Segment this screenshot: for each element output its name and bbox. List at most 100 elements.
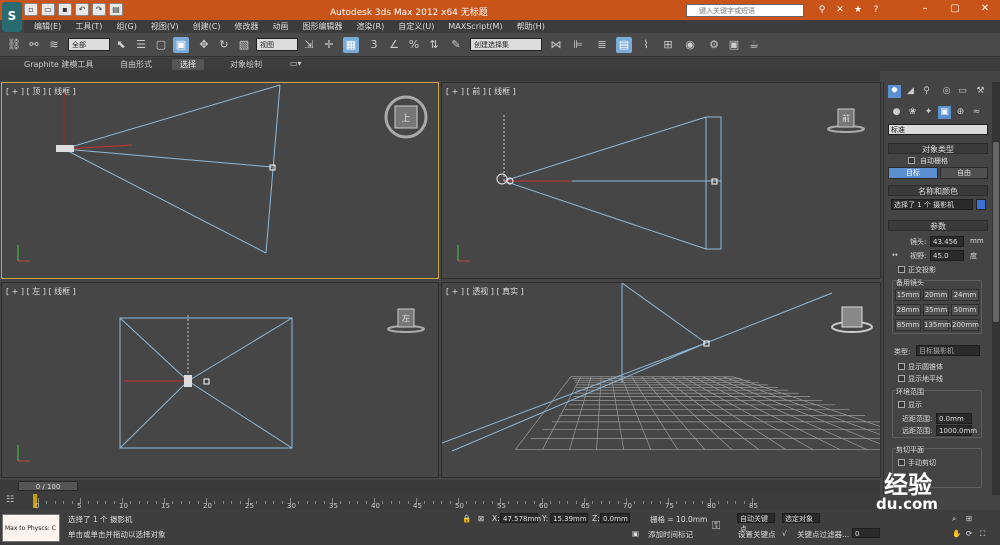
geometry-icon[interactable]: ● xyxy=(890,106,903,119)
rollout-name-color[interactable]: 名称和颜色 xyxy=(888,185,988,196)
lock-selection-icon[interactable]: 🔒 xyxy=(462,514,471,523)
curve-editor-icon[interactable]: ⌇ xyxy=(638,37,654,53)
object-color-swatch[interactable] xyxy=(976,199,986,210)
menu-create[interactable]: 创建(C) xyxy=(193,21,221,32)
viewport-perspective[interactable]: [ + ] [ 透视 ] [ 真实 ] xyxy=(441,282,881,478)
rotate-icon[interactable]: ↻ xyxy=(216,37,232,53)
near-range-spinner[interactable]: 0.0mm xyxy=(936,413,972,424)
search-input[interactable]: 键入关键字或短语 xyxy=(686,4,804,17)
free-camera-button[interactable]: 自由 xyxy=(940,167,988,179)
lens-28mm-button[interactable]: 28mm xyxy=(895,304,921,316)
viewport-front[interactable]: [ + ] [ 前 ] [ 线框 ] 前 xyxy=(441,82,881,279)
lens-35mm-button[interactable]: 35mm xyxy=(923,304,949,316)
target-camera-button[interactable]: 目标 xyxy=(888,167,938,179)
autogrid-checkbox[interactable] xyxy=(908,157,915,164)
window-crossing-icon[interactable]: ▣ xyxy=(173,37,189,53)
lens-135mm-button[interactable]: 135mm xyxy=(923,319,951,331)
command-panel-scrollbar[interactable] xyxy=(992,82,1000,495)
subscription-icon[interactable]: ✕ xyxy=(834,4,846,16)
favorites-star-icon[interactable]: ★ xyxy=(852,4,864,16)
open-file-icon[interactable]: ▭ xyxy=(41,3,55,16)
undo-icon[interactable]: ↶ xyxy=(75,3,89,16)
tab-object-paint[interactable]: 对象绘制 xyxy=(230,59,262,70)
pivot-center-icon[interactable]: ⇲ xyxy=(301,37,317,53)
absolute-mode-icon[interactable]: ⊠ xyxy=(478,514,484,523)
ortho-checkbox[interactable] xyxy=(898,266,905,273)
set-key-button[interactable]: 设置关键点 xyxy=(738,529,776,540)
menu-rendering[interactable]: 渲染(R) xyxy=(356,21,384,32)
maximize-viewport-icon[interactable]: ⛶ xyxy=(980,529,985,539)
close-icon[interactable]: ✕ xyxy=(970,0,1000,18)
menu-group[interactable]: 组(G) xyxy=(116,21,136,32)
shapes-icon[interactable]: ❀ xyxy=(906,106,919,119)
reference-coord-dropdown[interactable]: 视图 xyxy=(256,38,298,51)
menu-tools[interactable]: 工具(T) xyxy=(75,21,102,32)
tab-freeform[interactable]: 自由形式 xyxy=(120,59,152,70)
lens-24mm-button[interactable]: 24mm xyxy=(951,289,979,301)
rect-selection-icon[interactable]: ▢ xyxy=(153,37,169,53)
rollout-object-type[interactable]: 对象类型 xyxy=(888,143,988,154)
unlink-icon[interactable]: ⚯ xyxy=(26,37,42,53)
menu-modifiers[interactable]: 修改器 xyxy=(234,21,258,32)
rollout-parameters[interactable]: 参数 xyxy=(888,220,988,231)
angle-snap-icon[interactable]: ∠ xyxy=(386,37,402,53)
camera-type-dropdown[interactable]: 目标摄影机 xyxy=(916,345,980,356)
layer-manager-icon[interactable]: ≣ xyxy=(594,37,610,53)
orbit-icon[interactable]: ⟳ xyxy=(966,529,972,538)
menu-maxscript[interactable]: MAXScript(M) xyxy=(448,22,502,31)
ribbon-options-icon[interactable]: ▭▾ xyxy=(290,59,302,68)
percent-snap-icon[interactable]: % xyxy=(406,37,422,53)
create-tab-icon[interactable]: ✹ xyxy=(888,85,901,98)
help-icon[interactable]: ? xyxy=(870,4,882,16)
maximize-icon[interactable]: ▢ xyxy=(940,0,970,18)
lens-spinner[interactable]: 43.456 xyxy=(930,236,964,247)
x-coordinate-field[interactable]: 47.578mm xyxy=(500,513,541,523)
viewport-left[interactable]: [ + ] [ 左 ] [ 线框 ] 左 xyxy=(1,282,439,478)
current-frame-field[interactable]: 0 xyxy=(852,528,880,538)
render-setup-icon[interactable]: ⚙ xyxy=(706,37,722,53)
cameras-icon[interactable]: ▣ xyxy=(938,106,951,119)
named-selection-dropdown[interactable]: 创建选择集 xyxy=(470,38,542,51)
selected-dropdown[interactable]: 选定对象 xyxy=(782,513,820,523)
curve-key-icon[interactable]: √ xyxy=(782,529,787,538)
mini-curve-editor-icon[interactable]: ☷ xyxy=(6,495,14,505)
bind-spacewarp-icon[interactable]: ≋ xyxy=(46,37,62,53)
spinner-snap-icon[interactable]: ⇅ xyxy=(426,37,442,53)
material-editor-icon[interactable]: ◉ xyxy=(682,37,698,53)
time-slider[interactable]: 0 / 100 xyxy=(0,480,880,492)
new-file-icon[interactable]: ▫ xyxy=(24,3,38,16)
object-name-field[interactable]: 选择了 1 个 摄影机 xyxy=(891,199,973,210)
pan-icon[interactable]: ✋ xyxy=(952,529,961,538)
add-time-tag-button[interactable]: 添加时间标记 xyxy=(648,529,693,540)
move-icon[interactable]: ✥ xyxy=(196,37,212,53)
snaps-toggle-icon[interactable]: 3 xyxy=(366,37,382,53)
tab-graphite-modeling[interactable]: Graphite 建模工具 xyxy=(24,59,93,70)
display-tab-icon[interactable]: ▭ xyxy=(956,85,969,98)
set-key-icon[interactable]: ⚿ xyxy=(712,519,720,533)
lens-200mm-button[interactable]: 200mm xyxy=(951,319,979,331)
render-production-icon[interactable]: ☕ xyxy=(746,37,762,53)
mirror-icon[interactable]: ⋈ xyxy=(548,37,564,53)
scale-icon[interactable]: ▧ xyxy=(236,37,252,53)
time-slider-knob[interactable]: 0 / 100 xyxy=(18,481,78,491)
minimize-icon[interactable]: – xyxy=(910,0,940,18)
menu-help[interactable]: 帮助(H) xyxy=(517,21,545,32)
schematic-view-icon[interactable]: ⊞ xyxy=(660,37,676,53)
select-by-name-icon[interactable]: ☰ xyxy=(133,37,149,53)
key-filters-button[interactable]: 关键点过滤器... xyxy=(797,529,849,540)
fov-direction-icon[interactable]: ↔ xyxy=(892,251,898,259)
menu-animation[interactable]: 动画 xyxy=(272,21,288,32)
viewport-top[interactable]: [ + ] [ 顶 ] [ 线框 ] 上 xyxy=(1,82,439,279)
tab-selection[interactable]: 选择 xyxy=(172,59,204,70)
menu-views[interactable]: 视图(V) xyxy=(151,21,179,32)
keyboard-shortcut-icon[interactable]: ▦ xyxy=(343,37,359,53)
app-logo-icon[interactable]: S xyxy=(2,2,22,32)
render-frame-icon[interactable]: ▣ xyxy=(726,37,742,53)
time-tag-icon[interactable]: ▣ xyxy=(632,529,639,538)
utilities-tab-icon[interactable]: ⚒ xyxy=(974,85,987,98)
spacewarps-icon[interactable]: ≈ xyxy=(970,106,983,119)
link-icon[interactable]: ⛓ xyxy=(6,37,22,53)
hierarchy-tab-icon[interactable]: ⚲ xyxy=(920,85,933,98)
project-folder-icon[interactable]: ▤ xyxy=(109,3,123,16)
auto-key-button[interactable]: 自动关键点 xyxy=(737,513,775,533)
